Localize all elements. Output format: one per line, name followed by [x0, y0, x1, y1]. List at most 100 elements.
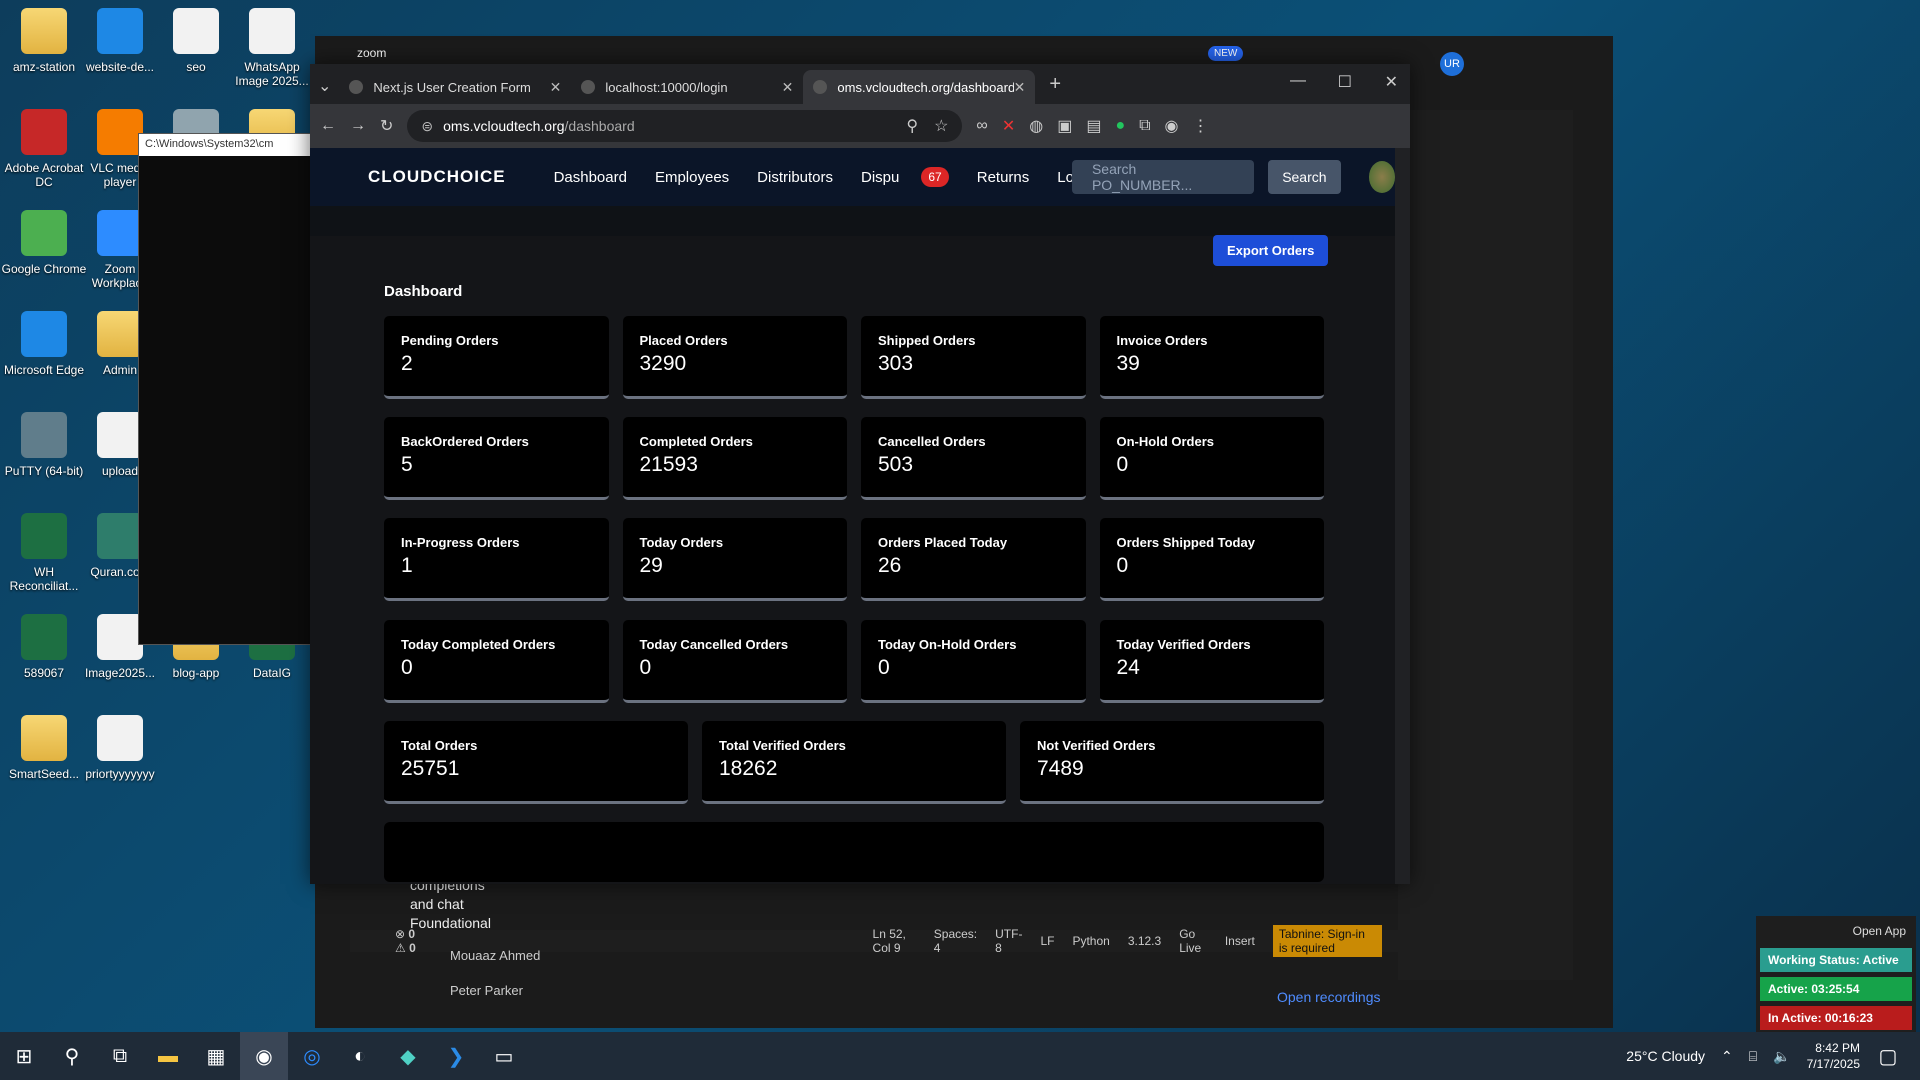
cmd-window[interactable]: C:\Windows\System32\cm — [138, 133, 320, 645]
zoom-icon[interactable]: ⚲ — [906, 116, 918, 136]
open-app-link[interactable]: Open App — [1756, 916, 1916, 946]
stat-card: BackOrdered Orders 5 — [384, 417, 609, 500]
tray-chevron-icon[interactable]: ⌃ — [1721, 1048, 1733, 1065]
extension-icon[interactable]: ▤ — [1086, 116, 1101, 136]
reload-icon[interactable]: ↻ — [380, 116, 393, 136]
line-ending[interactable]: LF — [1040, 934, 1054, 948]
profile-icon[interactable]: ◉ — [1165, 116, 1179, 136]
app-icon[interactable]: ◐ — [336, 1032, 384, 1080]
extension-icon[interactable]: ◍ — [1029, 116, 1043, 136]
menu-icon[interactable]: ⋮ — [1193, 116, 1209, 136]
start-icon[interactable]: ⊞ — [0, 1032, 48, 1080]
file-explorer-icon[interactable]: ▬ — [144, 1032, 192, 1080]
weather[interactable]: 25°C Cloudy — [1626, 1048, 1705, 1064]
user-avatar[interactable]: UR — [1440, 52, 1464, 76]
extensions-puzzle-icon[interactable]: ⧉ — [1139, 117, 1150, 135]
desktop-icon[interactable]: Adobe Acrobat DC — [0, 109, 88, 189]
app-icon[interactable]: ◆ — [384, 1032, 432, 1080]
extension-icon[interactable]: ● — [1115, 117, 1125, 135]
nav-dashboard[interactable]: Dashboard — [554, 169, 627, 186]
new-tab-icon[interactable]: + — [1049, 73, 1061, 96]
back-icon[interactable]: ← — [320, 117, 336, 135]
extension-icon[interactable]: ▣ — [1057, 116, 1072, 136]
desktop-icon[interactable]: priortyyyyyyy — [76, 715, 164, 781]
task-view-icon[interactable]: ⧉ — [96, 1032, 144, 1080]
desktop-icon-label: seo — [186, 60, 206, 74]
close-icon[interactable]: ✕ — [1014, 79, 1026, 96]
volume-icon[interactable]: 🔈 — [1773, 1048, 1790, 1065]
stats-row-2: BackOrdered Orders 5 Completed Orders 2159… — [384, 417, 1324, 500]
extension-icon[interactable]: ✕ — [1002, 116, 1015, 136]
close-icon[interactable]: ✕ — [782, 79, 794, 96]
clock[interactable]: 8:42 PM 7/17/2025 — [1807, 1040, 1860, 1072]
network-icon[interactable]: ⌸ — [1749, 1048, 1757, 1065]
excel-icon — [21, 513, 67, 559]
browser-tab-active[interactable]: oms.vcloudtech.org/dashboard ✕ — [803, 70, 1036, 104]
po-search-input[interactable]: Search PO_NUMBER... — [1071, 160, 1255, 194]
chrome-window[interactable]: ⌄ Next.js User Creation Form ✕ localhost:… — [310, 64, 1410, 884]
nav-returns[interactable]: Returns — [977, 169, 1030, 186]
chat-person[interactable]: Peter Parker — [400, 983, 540, 998]
address-bar-row: ← → ↻ ⊜ oms.vcloudtech.org/dashboard ⚲ ☆… — [310, 104, 1410, 148]
store-icon[interactable]: ▦ — [192, 1032, 240, 1080]
cursor-position[interactable]: Ln 52, Col 9 — [873, 927, 916, 955]
open-recordings-link[interactable]: Open recordings — [1277, 989, 1381, 1005]
window-close-icon[interactable]: ✕ — [1385, 72, 1398, 92]
desktop-icon[interactable]: PuTTY (64-bit) — [0, 412, 88, 478]
search-button[interactable]: Search — [1268, 160, 1341, 194]
pdf-icon — [21, 109, 67, 155]
nav-employees[interactable]: Employees — [655, 169, 729, 186]
chrome-icon[interactable]: ◉ — [240, 1032, 288, 1080]
dashboard-page: CLOUDCHOICE Dashboard Employees Distribu… — [310, 148, 1395, 884]
desktop-icon[interactable]: WH Reconciliat... — [0, 513, 88, 593]
vscode-icon[interactable]: ❯ — [432, 1032, 480, 1080]
desktop-icon[interactable]: website-de... — [76, 8, 164, 74]
site-info-icon[interactable]: ⊜ — [421, 118, 433, 135]
tab-favicon-icon — [813, 80, 828, 94]
tabnine-status[interactable]: Tabnine: Sign-in is required — [1272, 925, 1382, 957]
user-avatar[interactable] — [1368, 161, 1395, 193]
doc-icon — [97, 412, 143, 458]
bookmark-star-icon[interactable]: ☆ — [934, 116, 948, 136]
terminal-icon[interactable]: ▭ — [480, 1032, 528, 1080]
doc-icon — [97, 614, 143, 660]
forward-icon[interactable]: → — [350, 117, 366, 135]
indent-setting[interactable]: Spaces: 4 — [934, 927, 977, 955]
desktop-icon[interactable]: Google Chrome — [0, 210, 88, 276]
desktop-icon[interactable]: amz-station — [0, 8, 88, 74]
browser-tab[interactable]: localhost:10000/login ✕ — [571, 70, 803, 104]
go-live[interactable]: Go Live — [1179, 927, 1207, 955]
notifications-icon[interactable]: ▢ — [1864, 1032, 1912, 1080]
chat-person[interactable]: Mouaaz Ahmed — [400, 948, 540, 963]
nav-distributors[interactable]: Distributors — [757, 169, 833, 186]
search-icon[interactable]: ⚲ — [48, 1032, 96, 1080]
desktop-icon[interactable]: seo — [152, 8, 240, 74]
desktop-icon[interactable]: 589067 — [0, 614, 88, 680]
desktop-icon[interactable]: WhatsApp Image 2025... — [228, 8, 316, 88]
url-path: /dashboard — [564, 118, 635, 134]
export-orders-button[interactable]: Export Orders — [1213, 235, 1329, 266]
new-badge: NEW — [1208, 46, 1244, 61]
quran-icon — [97, 513, 143, 559]
page-title: Dashboard — [384, 283, 463, 300]
zoom-icon[interactable]: ◎ — [288, 1032, 336, 1080]
language-mode[interactable]: Python — [1072, 934, 1109, 948]
brand-logo[interactable]: CLOUDCHOICE — [368, 167, 506, 187]
vscode-window[interactable] — [1398, 110, 1573, 980]
sub-bar — [310, 206, 1395, 236]
extension-icon[interactable]: ∞ — [976, 117, 987, 135]
maximize-icon[interactable]: ☐ — [1338, 72, 1352, 92]
url-input[interactable]: ⊜ oms.vcloudtech.org/dashboard ⚲ ☆ — [407, 110, 963, 142]
stat-card: Cancelled Orders 503 — [861, 417, 1086, 500]
minimize-icon[interactable]: — — [1290, 72, 1306, 90]
nav-disputes[interactable]: Dispu — [861, 169, 899, 186]
stat-card: Orders Placed Today 26 — [861, 518, 1086, 601]
encoding[interactable]: UTF-8 — [995, 927, 1022, 955]
tab-search-icon[interactable]: ⌄ — [318, 76, 331, 96]
desktop-icon[interactable]: SmartSeed... — [0, 715, 88, 781]
browser-tab[interactable]: Next.js User Creation Form ✕ — [339, 70, 571, 104]
close-icon[interactable]: ✕ — [550, 79, 562, 96]
stat-card: Today On-Hold Orders 0 — [861, 620, 1086, 703]
python-version[interactable]: 3.12.3 — [1128, 934, 1161, 948]
desktop-icon[interactable]: Microsoft Edge — [0, 311, 88, 377]
